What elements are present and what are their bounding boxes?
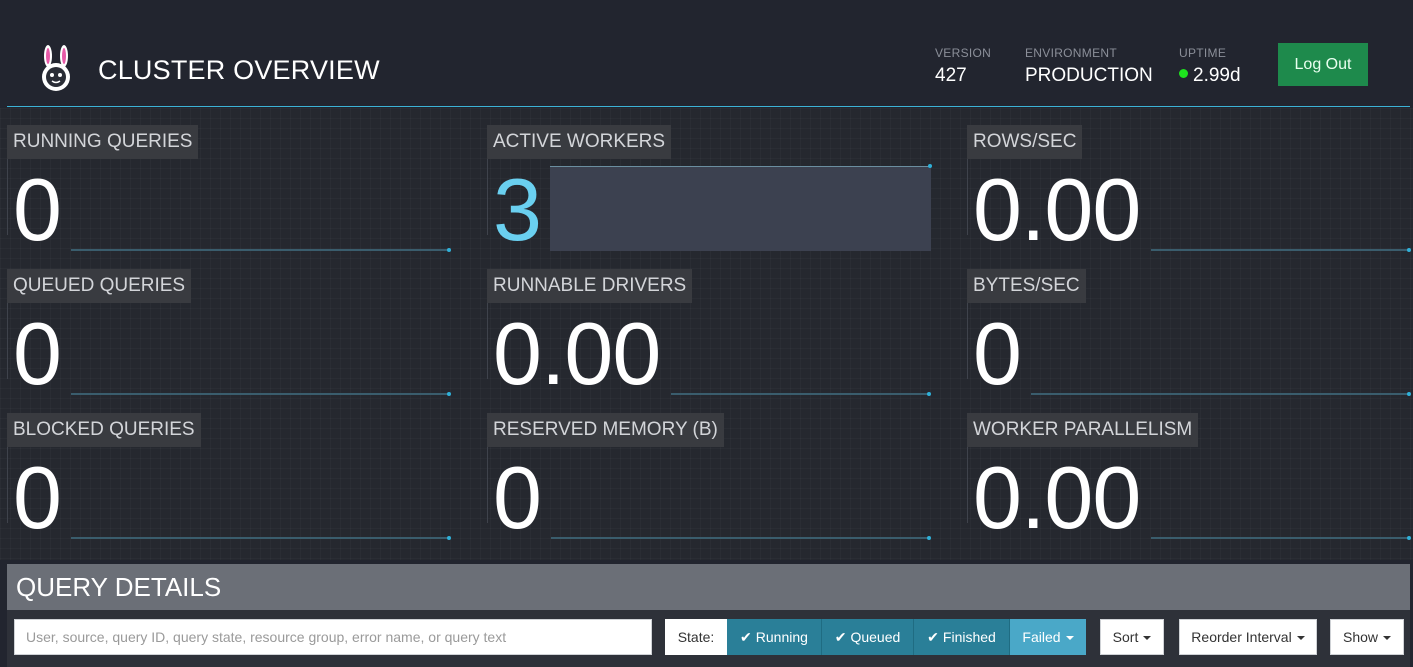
stat-value: 0.00 [493,304,661,403]
stat-label: RESERVED MEMORY (B) [487,413,724,447]
sparkline-dot [928,164,932,168]
uptime-block: UPTIME 2.99d [1179,46,1241,87]
sparkline [1151,249,1409,251]
sparkline-dot [1407,536,1411,540]
filter-label: Finished [942,628,996,645]
sparkline-dot [927,392,931,396]
header-divider [7,106,1410,107]
query-toolbar: State: ✔Running ✔Queued ✔Finished Failed… [7,610,1410,667]
stat-value: 0.00 [973,160,1141,259]
logout-button[interactable]: Log Out [1278,43,1368,86]
stat-rows-sec: ROWS/SEC 0.00 [967,109,1412,254]
stat-value: 0 [973,304,1022,403]
sparkline [71,249,449,251]
stat-label: BLOCKED QUERIES [7,413,201,447]
sparkline-dot [447,248,451,252]
version-block: VERSION 427 [935,46,991,87]
filter-label: Queued [850,628,901,645]
stat-label: ACTIVE WORKERS [487,125,672,159]
stat-label: WORKER PARALLELISM [967,413,1199,447]
query-details-header: QUERY DETAILS [7,564,1410,610]
sparkline-dot [1407,248,1411,252]
uptime-value-row: 2.99d [1179,65,1241,87]
version-label: VERSION [935,46,992,60]
cluster-overview-page: CLUSTER OVERVIEW VERSION 427 ENVIRONMENT… [0,0,1413,667]
stat-value: 3 [493,160,542,259]
sparkline-dot [1407,392,1411,396]
show-dropdown[interactable]: Show [1330,619,1404,655]
filter-failed-dropdown[interactable]: Failed [1010,619,1086,655]
filter-running-button[interactable]: ✔ Running [727,619,822,655]
sparkline-dot [447,392,451,396]
uptime-value: 2.99d [1193,65,1241,86]
stat-value: 0.00 [973,448,1141,547]
active-workers-bar [550,166,931,251]
stat-reserved-memory: RESERVED MEMORY (B) 0 [487,397,932,542]
stat-bytes-sec: BYTES/SEC 0 [967,253,1412,398]
caret-down-icon [1296,636,1305,641]
header: CLUSTER OVERVIEW VERSION 427 ENVIRONMENT… [0,0,1413,108]
stat-value: 0 [493,448,542,547]
uptime-label: UPTIME [1179,46,1227,60]
environment-label: ENVIRONMENT [1025,46,1117,60]
caret-down-icon [1143,636,1152,641]
state-label: State: [665,619,727,655]
stat-label: ROWS/SEC [967,125,1083,159]
check-icon: ✔ [740,628,752,645]
stat-queued-queries: QUEUED QUERIES 0 [7,253,452,398]
sparkline-dot [927,536,931,540]
environment-block: ENVIRONMENT PRODUCTION [1025,46,1153,87]
filter-queued-button[interactable]: ✔ Queued [822,619,914,655]
stat-label: RUNNABLE DRIVERS [487,269,693,303]
stat-label: BYTES/SEC [967,269,1086,303]
status-dot-icon [1179,69,1188,79]
sparkline-dot [447,536,451,540]
stat-value: 0 [13,448,62,547]
check-icon: ✔ [834,628,847,645]
caret-down-icon [1383,636,1392,641]
sparkline [71,537,449,539]
sparkline [1031,393,1409,395]
reorder-label: Reorder Interval [1191,629,1292,645]
sort-label: Sort [1112,629,1139,645]
reorder-interval-dropdown[interactable]: Reorder Interval [1179,619,1317,655]
stat-running-queries: RUNNING QUERIES 0 [7,109,452,254]
sparkline [1151,537,1409,539]
filter-label: Failed [1022,629,1061,645]
stat-worker-parallelism: WORKER PARALLELISM 0.00 [967,397,1412,542]
query-search-input[interactable] [14,619,652,655]
check-icon: ✔ [927,628,939,645]
bunny-logo-icon [42,45,70,91]
environment-value: PRODUCTION [1025,65,1153,86]
caret-down-icon [1065,636,1074,641]
stat-label: QUEUED QUERIES [7,269,192,303]
sparkline [71,393,449,395]
page-title: CLUSTER OVERVIEW [98,55,380,85]
version-value: 427 [935,65,967,86]
stat-runnable-drivers: RUNNABLE DRIVERS 0.00 [487,253,932,398]
show-label: Show [1342,629,1379,645]
stat-label: RUNNING QUERIES [7,125,199,159]
stat-value: 0 [13,160,62,259]
stat-value: 0 [13,304,62,403]
sparkline [551,537,929,539]
stat-blocked-queries: BLOCKED QUERIES 0 [7,397,452,542]
sparkline [671,393,929,395]
sort-dropdown[interactable]: Sort [1100,619,1164,655]
filter-label: Running [755,628,808,645]
query-details-title: QUERY DETAILS [16,572,222,602]
filter-finished-button[interactable]: ✔ Finished [914,619,1010,655]
